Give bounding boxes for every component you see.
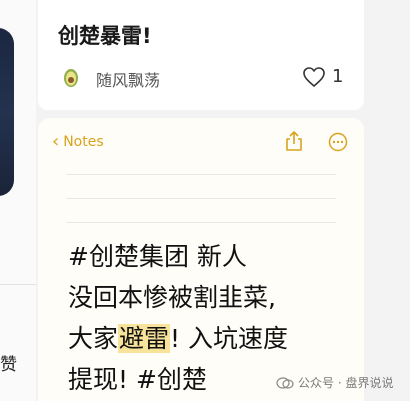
notes-rule (66, 222, 336, 223)
wechat-icon (276, 376, 294, 389)
note-line-3: 大家避雷! 入坑速度 (68, 318, 358, 359)
notes-rule (66, 198, 336, 199)
more-options-icon[interactable] (328, 132, 348, 152)
heart-outline-icon[interactable] (302, 66, 326, 88)
watermark: 公众号 · 盘界说说 (276, 374, 393, 391)
post-card[interactable]: 创楚暴雷! 随风飘荡 1 (38, 0, 364, 110)
notes-rule (66, 174, 336, 175)
share-icon[interactable] (284, 130, 304, 152)
left-panel: 赞 (0, 0, 36, 401)
left-dark-card (0, 28, 14, 196)
post-author[interactable]: 随风飘荡 (96, 67, 160, 91)
left-divider (0, 284, 36, 285)
watermark-text: 公众号 · 盘界说说 (298, 376, 394, 390)
notes-back-label: Notes (63, 134, 104, 150)
avocado-icon (64, 69, 78, 87)
note-line-3-end: ! 入坑速度 (170, 324, 289, 353)
left-partial-text: 赞 (0, 355, 17, 375)
chevron-left-icon: ‹ (52, 131, 60, 152)
like-count: 1 (332, 66, 344, 87)
notes-back-button[interactable]: ‹ Notes (52, 133, 104, 151)
post-title: 创楚暴雷! (58, 24, 152, 48)
highlighted-text: 避雷 (118, 324, 171, 353)
notes-screenshot: ‹ Notes #创楚集团 新人 没回本惨被割韭菜, 大家避雷! 入坑速度 提现… (38, 118, 364, 401)
note-line-3-start: 大家 (68, 324, 119, 353)
note-line-1: #创楚集团 新人 (68, 242, 247, 271)
note-line-2: 没回本惨被割韭菜, (68, 283, 276, 312)
